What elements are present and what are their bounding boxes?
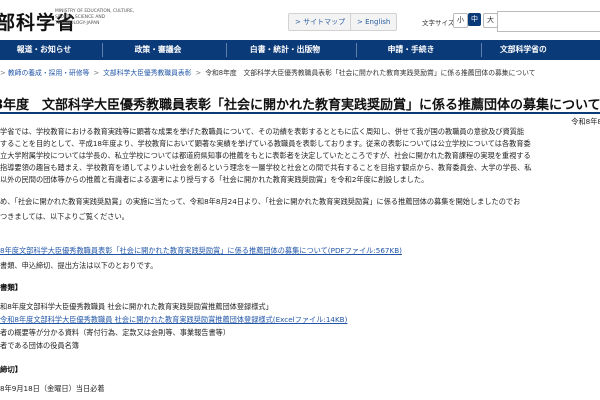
- font-size-medium-button[interactable]: 中: [468, 13, 481, 26]
- breadcrumb-chevron-icon: >: [195, 69, 202, 77]
- nav-item-news[interactable]: 報道・お知らせ: [0, 40, 88, 60]
- pdf-link-line: 8年度文部科学大臣優秀教職員表彰「社会に開かれた教育実践奨励賞」に係る推薦団体の…: [0, 246, 600, 256]
- document-item: 者の概要等が分かる資料（寄付行為、定款又は会則等、事業報告書等）: [0, 328, 231, 337]
- breadcrumb-chevron-icon: >: [93, 69, 100, 77]
- breadcrumb-link-teacher-training[interactable]: 教師の養成・採用・研修等: [8, 69, 90, 77]
- search-input[interactable]: [497, 11, 600, 32]
- intro-line: 指導要領の趣旨も踏まえ、学校教育を通してよりよい社会を創るという理念を一層学校と…: [0, 163, 532, 172]
- nav-item-whitepaper[interactable]: 白書・統計・出版物: [227, 40, 343, 60]
- breadcrumb-chevron-icon: >: [0, 69, 6, 77]
- nav-item-applications[interactable]: 申請・手続き: [357, 40, 465, 60]
- intro-line: 以外の民間の団体等からの推薦と有識者による選考により授与する「社会に開かれた教育…: [0, 175, 429, 184]
- deadline-heading: 締切】: [0, 365, 23, 374]
- breadcrumb: > 教師の養成・採用・研修等 > 文部科学大臣優秀教職員表彰 > 令和8年度 文部科学大…: [0, 63, 600, 83]
- font-size-small-button[interactable]: 小: [453, 13, 468, 28]
- nav-item-policy[interactable]: 政策・審議会: [103, 40, 213, 60]
- document-item: 者である団体の役員名簿: [0, 341, 79, 350]
- documents-heading: 書類】: [0, 283, 23, 292]
- document-item: 和8年度文部科学大臣優秀教職員 社会に開かれた教育実践奨励賞推薦団体登録様式」: [0, 302, 273, 311]
- deadline-text: 8年9月18日（金曜日）当日必着: [0, 384, 105, 393]
- sitemap-button[interactable]: > サイトマップ: [288, 13, 353, 31]
- registration-form-excel-link[interactable]: 令和8年度文部科学大臣優秀教職員 社会に開かれた教育実践奨励賞推薦団体登録様式(…: [0, 315, 347, 324]
- nav-divider: [481, 43, 482, 57]
- breadcrumb-current: 令和8年度 文部科学大臣優秀教職員表彰「社会に開かれた教育実践奨励賞」に係る推薦…: [205, 69, 536, 77]
- document-item-line: 令和8年度文部科学大臣優秀教職員 社会に開かれた教育実践奨励賞推薦団体登録様式(…: [0, 315, 347, 325]
- ministry-logo-english: MINISTRY OF EDUCATION, CULTURE, SPORTS, …: [55, 9, 135, 26]
- see-below-text: つきましては、以下よりご覧ください。: [0, 212, 129, 221]
- intro-line: することを目的として、平成18年度より、学校教育において顕著な実績を挙げている教…: [0, 139, 531, 148]
- global-nav: 報道・お知らせ 政策・審議会 白書・統計・出版物 申請・手続き 文部科学省の: [0, 40, 600, 60]
- submission-info-text: 書類、申込締切、提出方法は以下のとおりです。: [0, 261, 158, 270]
- nav-item-about[interactable]: 文部科学省の: [500, 40, 600, 60]
- breadcrumb-link-award[interactable]: 文部科学大臣優秀教職員表彰: [103, 69, 191, 77]
- intro-line: 学省では、学校教育における教育実践等に顕著な成果を挙げた教職員について、その功績…: [0, 127, 525, 136]
- page-title: 8年度 文部科学大臣優秀教職員表彰「社会に開かれた教育実践奨励賞」に係る推薦団体…: [0, 98, 600, 113]
- font-size-large-button[interactable]: 大: [483, 13, 498, 28]
- recruitment-pdf-link[interactable]: 8年度文部科学大臣優秀教職員表彰「社会に開かれた教育実践奨励賞」に係る推薦団体の…: [0, 246, 402, 255]
- intro-line: 立大学附属学校については学長の、私立学校については都道府県知事の推薦をもとに表彰…: [0, 151, 531, 160]
- title-underline: [0, 112, 600, 114]
- english-button[interactable]: > English: [350, 13, 398, 31]
- announcement-text: め、「社会に開かれた教育実践奨励賞」の実施に当たって、令和8年8月24日より、「…: [0, 197, 521, 206]
- publish-date: 令和8年8: [571, 117, 600, 126]
- site-header: 部科学省 MINISTRY OF EDUCATION, CULTURE, SPO…: [0, 0, 600, 40]
